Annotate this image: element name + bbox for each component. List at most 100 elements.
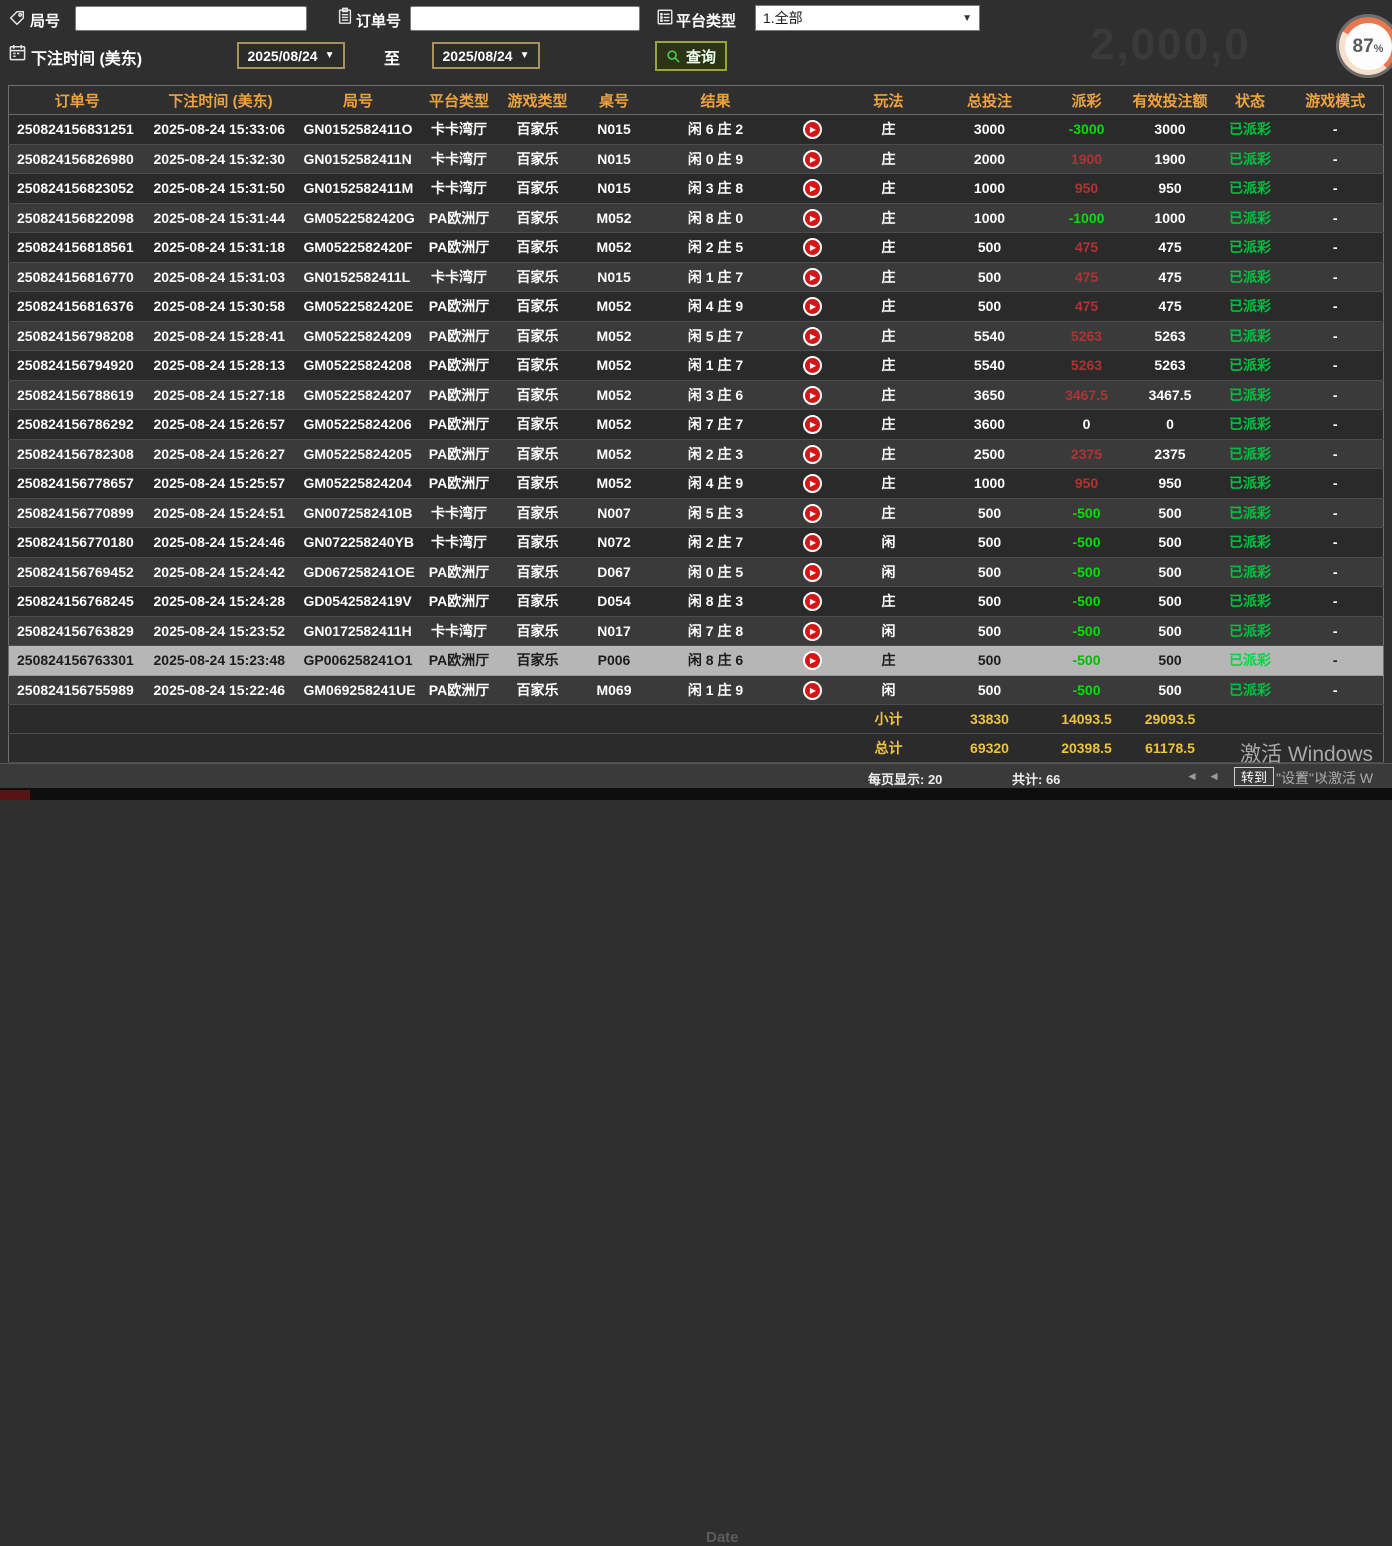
cell-total-bet: 500	[934, 292, 1046, 322]
order-no-input[interactable]	[410, 6, 640, 31]
table-row[interactable]: 2508241567638292025-08-24 15:23:52GN0172…	[9, 616, 1384, 646]
replay-play-button[interactable]: ▶	[803, 120, 822, 139]
replay-play-button[interactable]: ▶	[803, 681, 822, 700]
cell-table-no: M052	[578, 292, 651, 322]
date-to-picker[interactable]: 2025/08/24 ▼	[432, 42, 540, 69]
cell-payout: -3000	[1046, 115, 1128, 145]
cell-platform-type: PA欧洲厅	[421, 380, 498, 410]
cell-replay: ▶	[781, 469, 844, 499]
cell-game-mode: -	[1288, 351, 1384, 381]
cell-status: 已派彩	[1213, 292, 1288, 322]
cell-replay: ▶	[781, 557, 844, 587]
cell-platform-type: 卡卡湾厅	[421, 144, 498, 174]
replay-play-button[interactable]: ▶	[803, 297, 822, 316]
table-row[interactable]: 2508241567559892025-08-24 15:22:46GM0692…	[9, 675, 1384, 705]
cell-payout: 475	[1046, 292, 1128, 322]
cell-platform-type: PA欧洲厅	[421, 203, 498, 233]
table-row[interactable]: 2508241567682452025-08-24 15:24:28GD0542…	[9, 587, 1384, 617]
replay-play-button[interactable]: ▶	[803, 504, 822, 523]
replay-play-button[interactable]: ▶	[803, 533, 822, 552]
total-payout: 20398.5	[1046, 734, 1128, 763]
query-button[interactable]: 查询	[655, 41, 727, 71]
table-row[interactable]: 2508241567823082025-08-24 15:26:27GM0522…	[9, 439, 1384, 469]
cell-table-no: P006	[578, 646, 651, 676]
cell-valid-bet: 475	[1128, 262, 1213, 292]
cell-table-no: D054	[578, 587, 651, 617]
table-row[interactable]: 2508241568230522025-08-24 15:31:50GN0152…	[9, 174, 1384, 204]
cell-order-no: 250824156816770	[9, 262, 146, 292]
cell-game-type: 百家乐	[498, 587, 578, 617]
cell-order-no: 250824156786292	[9, 410, 146, 440]
network-status-ball[interactable]: 87%	[1339, 17, 1392, 75]
table-row[interactable]: 2508241567886192025-08-24 15:27:18GM0522…	[9, 380, 1384, 410]
cell-table-no: N015	[578, 115, 651, 145]
table-row[interactable]: 2508241567982082025-08-24 15:28:41GM0522…	[9, 321, 1384, 351]
replay-play-button[interactable]: ▶	[803, 474, 822, 493]
cell-payout: 475	[1046, 233, 1128, 263]
table-row[interactable]: 2508241567708992025-08-24 15:24:51GN0072…	[9, 498, 1384, 528]
replay-play-button[interactable]: ▶	[803, 563, 822, 582]
goto-page-box[interactable]: 转到	[1234, 767, 1274, 786]
cell-replay: ▶	[781, 675, 844, 705]
column-header-1: 订单号	[9, 86, 146, 115]
prev-page-button[interactable]: ◄	[1208, 769, 1220, 783]
table-row[interactable]: 2508241567633012025-08-24 15:23:48GP0062…	[9, 646, 1384, 676]
cell-total-bet: 500	[934, 498, 1046, 528]
cell-total-bet: 3650	[934, 380, 1046, 410]
table-row[interactable]: 2508241567694522025-08-24 15:24:42GD0672…	[9, 557, 1384, 587]
cell-total-bet: 500	[934, 528, 1046, 558]
cell-play-type: 庄	[844, 410, 934, 440]
table-row[interactable]: 2508241568167702025-08-24 15:31:03GN0152…	[9, 262, 1384, 292]
cell-payout: 475	[1046, 262, 1128, 292]
cell-table-no: M052	[578, 410, 651, 440]
first-page-button[interactable]: ◄	[1186, 769, 1198, 783]
replay-play-button[interactable]: ▶	[803, 238, 822, 257]
table-row[interactable]: 2508241568220982025-08-24 15:31:44GM0522…	[9, 203, 1384, 233]
cell-game-mode: -	[1288, 380, 1384, 410]
cell-game-type: 百家乐	[498, 675, 578, 705]
cell-game-mode: -	[1288, 675, 1384, 705]
pagination-bar: 每页显示: 20 共计: 66 ◄ ◄ 转到 ► ► Date	[0, 763, 1392, 788]
table-row[interactable]: 2508241568185612025-08-24 15:31:18GM0522…	[9, 233, 1384, 263]
table-row[interactable]: 2508241568269802025-08-24 15:32:30GN0152…	[9, 144, 1384, 174]
replay-play-button[interactable]: ▶	[803, 592, 822, 611]
tag-icon	[8, 9, 26, 27]
replay-play-button[interactable]: ▶	[803, 327, 822, 346]
platform-type-select[interactable]: 1.全部 ▼	[755, 5, 980, 31]
cell-platform-type: 卡卡湾厅	[421, 498, 498, 528]
cell-valid-bet: 500	[1128, 675, 1213, 705]
replay-play-button[interactable]: ▶	[803, 179, 822, 198]
cell-replay: ▶	[781, 321, 844, 351]
cell-status: 已派彩	[1213, 321, 1288, 351]
cell-table-no: N017	[578, 616, 651, 646]
replay-play-button[interactable]: ▶	[803, 651, 822, 670]
table-row[interactable]: 2508241567701802025-08-24 15:24:46GN0722…	[9, 528, 1384, 558]
cell-round-no: GN0152582411O	[296, 115, 421, 145]
replay-play-button[interactable]: ▶	[803, 622, 822, 641]
cell-round-no: GN0172582411H	[296, 616, 421, 646]
table-row[interactable]: 2508241567949202025-08-24 15:28:13GM0522…	[9, 351, 1384, 381]
replay-play-button[interactable]: ▶	[803, 415, 822, 434]
cell-table-no: M052	[578, 233, 651, 263]
date-from-picker[interactable]: 2025/08/24 ▼	[237, 42, 345, 69]
replay-play-button[interactable]: ▶	[803, 150, 822, 169]
cell-result: 闲 7 庄 7	[651, 410, 781, 440]
table-row[interactable]: 2508241567786572025-08-24 15:25:57GM0522…	[9, 469, 1384, 499]
cell-result: 闲 3 庄 8	[651, 174, 781, 204]
cell-payout: 1900	[1046, 144, 1128, 174]
round-no-input[interactable]	[75, 6, 307, 31]
cell-valid-bet: 500	[1128, 528, 1213, 558]
cell-bet-time: 2025-08-24 15:28:13	[146, 351, 296, 381]
replay-play-button[interactable]: ▶	[803, 386, 822, 405]
faint-date-text: Date	[706, 1529, 739, 1546]
cell-replay: ▶	[781, 616, 844, 646]
cell-result: 闲 6 庄 2	[651, 115, 781, 145]
cell-valid-bet: 5263	[1128, 321, 1213, 351]
replay-play-button[interactable]: ▶	[803, 445, 822, 464]
table-row[interactable]: 2508241568163762025-08-24 15:30:58GM0522…	[9, 292, 1384, 322]
table-row[interactable]: 2508241567862922025-08-24 15:26:57GM0522…	[9, 410, 1384, 440]
replay-play-button[interactable]: ▶	[803, 268, 822, 287]
table-row[interactable]: 2508241568312512025-08-24 15:33:06GN0152…	[9, 115, 1384, 145]
replay-play-button[interactable]: ▶	[803, 209, 822, 228]
replay-play-button[interactable]: ▶	[803, 356, 822, 375]
